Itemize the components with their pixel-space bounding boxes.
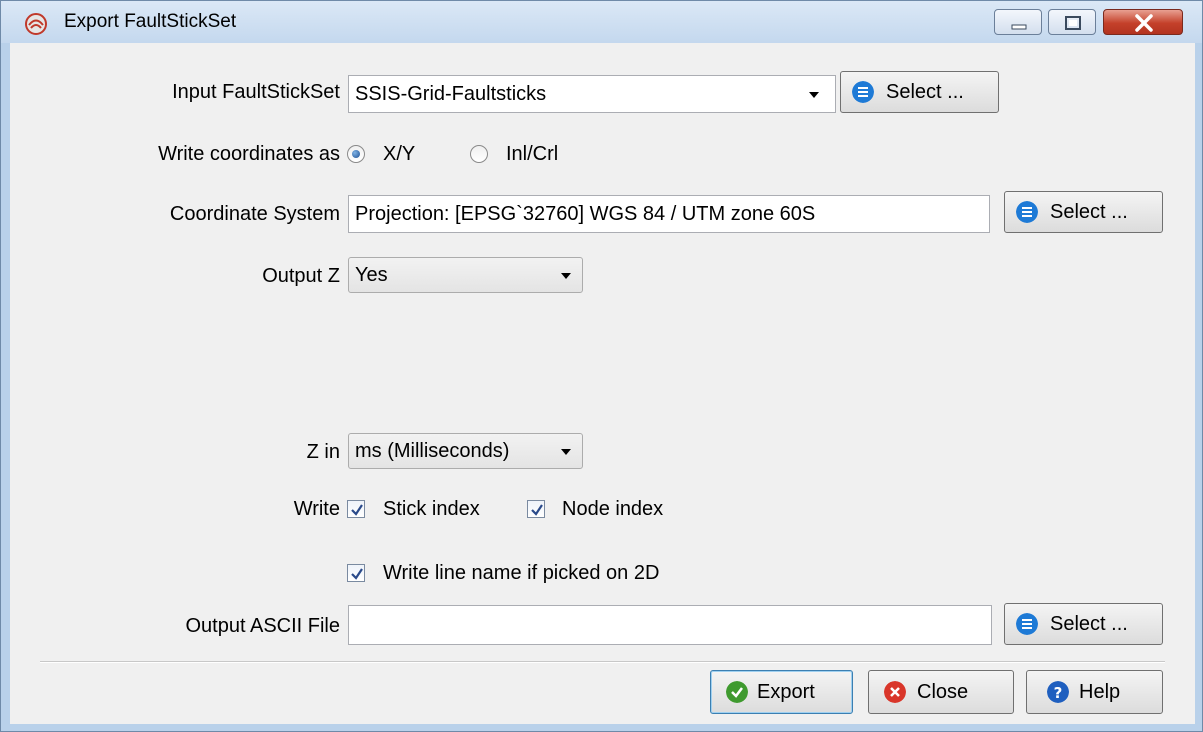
- maximize-button[interactable]: [1048, 9, 1096, 35]
- coordinate-system-select-button[interactable]: Select ...: [1004, 191, 1163, 233]
- input-faultstickset-select-button[interactable]: Select ...: [840, 71, 999, 113]
- close-icon: [1135, 14, 1153, 32]
- node-index-label: Node index: [562, 498, 664, 520]
- window-close-button[interactable]: [1103, 9, 1183, 35]
- radio-xy-label: X/Y: [383, 143, 416, 165]
- close-button-label: Close: [917, 681, 969, 703]
- radio-inlcrl-label: Inl/Crl: [506, 143, 559, 165]
- output-ascii-select-button[interactable]: Select ...: [1004, 603, 1163, 645]
- stick-index-checkbox[interactable]: [347, 500, 365, 518]
- coordinate-system-value: Projection: [EPSG`32760] WGS 84 / UTM zo…: [355, 203, 816, 225]
- help-button-label: Help: [1079, 681, 1121, 703]
- dialog-body: Input FaultStickSet SSIS-Grid-Faultstick…: [10, 43, 1195, 724]
- checkmark-icon: [531, 504, 543, 516]
- write-label: Write: [293, 498, 340, 520]
- help-button[interactable]: ? Help: [1026, 670, 1163, 714]
- chevron-down-icon: [561, 449, 571, 455]
- output-z-value: Yes: [355, 264, 388, 286]
- coordinate-system-field[interactable]: Projection: [EPSG`32760] WGS 84 / UTM zo…: [348, 195, 990, 233]
- line-name-checkbox[interactable]: [347, 564, 365, 582]
- select-button-label: Select ...: [1050, 201, 1128, 223]
- stick-index-label: Stick index: [383, 498, 480, 520]
- chevron-down-icon: [561, 273, 571, 279]
- window-title: Export FaultStickSet: [64, 11, 237, 32]
- z-in-label: Z in: [306, 441, 340, 463]
- z-in-dropdown[interactable]: ms (Milliseconds): [348, 433, 583, 469]
- input-faultstickset-label: Input FaultStickSet: [172, 81, 340, 103]
- checkmark-icon: [351, 568, 363, 580]
- select-button-label: Select ...: [886, 81, 964, 103]
- title-bar[interactable]: Export FaultStickSet: [1, 1, 1202, 43]
- node-index-checkbox[interactable]: [527, 500, 545, 518]
- app-icon: [25, 13, 47, 35]
- select-button-label: Select ...: [1050, 613, 1128, 635]
- export-faultstickset-window: Export FaultStickSet Input FaultStickSet…: [0, 0, 1203, 732]
- minimize-button[interactable]: [994, 9, 1042, 35]
- close-circle-icon: [884, 681, 906, 703]
- input-faultstickset-value: SSIS-Grid-Faultsticks: [355, 83, 547, 105]
- line-name-label: Write line name if picked on 2D: [383, 562, 660, 584]
- minimize-icon: [1011, 24, 1027, 30]
- export-button-label: Export: [757, 681, 815, 703]
- z-in-value: ms (Milliseconds): [355, 440, 510, 462]
- output-z-dropdown[interactable]: Yes: [348, 257, 583, 293]
- help-icon: ?: [1047, 681, 1069, 703]
- radio-xy[interactable]: [347, 145, 365, 163]
- footer-divider: [40, 661, 1165, 663]
- list-icon: [852, 81, 874, 103]
- svg-text:?: ?: [1054, 684, 1063, 702]
- maximize-icon: [1065, 16, 1081, 30]
- chevron-down-icon: [809, 92, 819, 98]
- coordinate-system-label: Coordinate System: [169, 203, 340, 225]
- output-ascii-file-input[interactable]: [348, 605, 992, 645]
- check-icon: [726, 681, 748, 703]
- export-button[interactable]: Export: [710, 670, 853, 714]
- output-z-label: Output Z: [262, 265, 340, 287]
- output-ascii-label: Output ASCII File: [185, 615, 340, 637]
- input-faultstickset-combo[interactable]: SSIS-Grid-Faultsticks: [348, 75, 836, 113]
- write-coordinates-label: Write coordinates as: [158, 143, 340, 165]
- list-icon: [1016, 201, 1038, 223]
- checkmark-icon: [351, 504, 363, 516]
- radio-selected-dot: [352, 150, 360, 158]
- list-icon: [1016, 613, 1038, 635]
- radio-inlcrl[interactable]: [470, 145, 488, 163]
- close-button[interactable]: Close: [868, 670, 1014, 714]
